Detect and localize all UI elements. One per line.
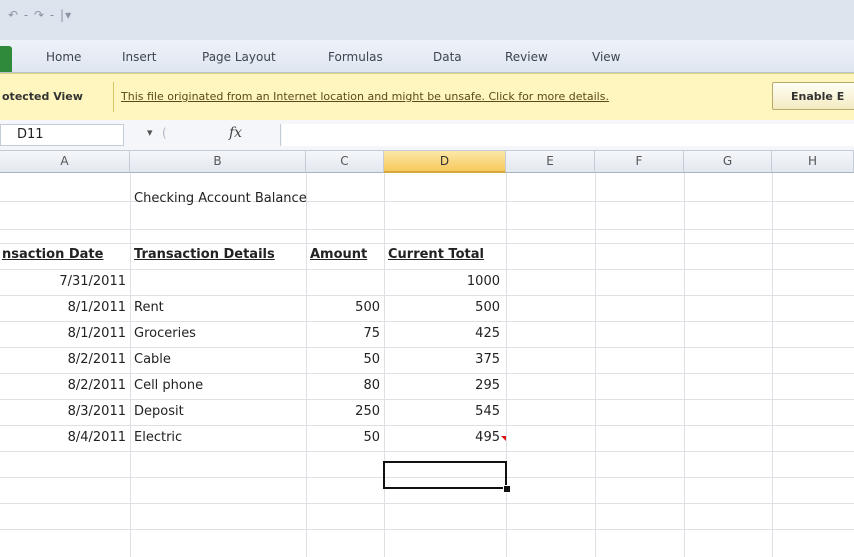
sheet-title[interactable]: Checking Account Balance bbox=[134, 191, 307, 206]
grid-line bbox=[0, 373, 854, 374]
grid-line bbox=[0, 399, 854, 400]
grid-line bbox=[0, 243, 854, 244]
header-transaction-date[interactable]: nsaction Date bbox=[2, 247, 103, 262]
cell-amount[interactable]: 50 bbox=[306, 430, 380, 445]
protected-view-details-link[interactable]: This file originated from an Internet lo… bbox=[121, 90, 609, 103]
grid-line bbox=[0, 229, 854, 230]
protected-view-title: otected View bbox=[2, 90, 83, 103]
column-header-d[interactable]: D bbox=[384, 151, 506, 173]
grid-line bbox=[0, 347, 854, 348]
cell-total[interactable]: 495 bbox=[384, 430, 500, 445]
grid-line bbox=[0, 321, 854, 322]
grid-line bbox=[0, 425, 854, 426]
divider bbox=[113, 82, 114, 112]
column-header-g[interactable]: G bbox=[684, 151, 772, 173]
cell-details[interactable]: Cable bbox=[134, 352, 171, 367]
grid-line bbox=[0, 295, 854, 296]
file-tab[interactable] bbox=[0, 46, 12, 72]
grid-line bbox=[506, 173, 507, 557]
cell-amount[interactable]: 500 bbox=[306, 300, 380, 315]
active-cell-d11[interactable] bbox=[383, 461, 507, 489]
cell-details[interactable]: Deposit bbox=[134, 404, 184, 419]
cell-total[interactable]: 1000 bbox=[384, 274, 500, 289]
cell-amount[interactable]: 250 bbox=[306, 404, 380, 419]
cell-amount[interactable]: 50 bbox=[306, 352, 380, 367]
tab-insert[interactable]: Insert bbox=[122, 50, 156, 64]
tab-page-layout[interactable]: Page Layout bbox=[202, 50, 276, 64]
divider bbox=[280, 124, 281, 146]
cell-total[interactable]: 500 bbox=[384, 300, 500, 315]
cell-date[interactable]: 8/1/2011 bbox=[0, 300, 126, 315]
column-header-f[interactable]: F bbox=[595, 151, 684, 173]
cell-total[interactable]: 425 bbox=[384, 326, 500, 341]
undo-redo-icon[interactable]: ↶ - ↷ - |▾ bbox=[8, 8, 72, 22]
column-header-c[interactable]: C bbox=[306, 151, 384, 173]
grid-line bbox=[130, 173, 131, 557]
cancel-icon: ( bbox=[162, 126, 167, 140]
grid-line bbox=[0, 503, 854, 504]
column-header-e[interactable]: E bbox=[506, 151, 595, 173]
tab-data[interactable]: Data bbox=[433, 50, 462, 64]
tab-home[interactable]: Home bbox=[46, 50, 81, 64]
name-box[interactable]: D11 bbox=[0, 124, 124, 146]
enable-editing-button[interactable]: Enable E bbox=[772, 82, 854, 110]
protected-view-bar: otected View This file originated from a… bbox=[0, 73, 854, 121]
cell-amount[interactable]: 75 bbox=[306, 326, 380, 341]
grid-line bbox=[772, 173, 773, 557]
cell-details[interactable]: Electric bbox=[134, 430, 182, 445]
header-current-total[interactable]: Current Total bbox=[388, 247, 484, 262]
tab-formulas[interactable]: Formulas bbox=[328, 50, 383, 64]
cell-date[interactable]: 8/3/2011 bbox=[0, 404, 126, 419]
cell-details[interactable]: Rent bbox=[134, 300, 164, 315]
grid-line bbox=[595, 173, 596, 557]
comment-indicator-icon[interactable] bbox=[501, 436, 506, 441]
cell-amount[interactable]: 80 bbox=[306, 378, 380, 393]
fill-handle[interactable] bbox=[503, 485, 511, 493]
cell-date[interactable]: 8/2/2011 bbox=[0, 352, 126, 367]
header-transaction-details[interactable]: Transaction Details bbox=[134, 247, 275, 262]
formula-bar: D11 ▾ ( fx bbox=[0, 120, 854, 151]
cell-details[interactable]: Groceries bbox=[134, 326, 196, 341]
cell-total[interactable]: 545 bbox=[384, 404, 500, 419]
grid-line bbox=[684, 173, 685, 557]
tab-view[interactable]: View bbox=[592, 50, 620, 64]
cell-date[interactable]: 8/2/2011 bbox=[0, 378, 126, 393]
cell-total[interactable]: 375 bbox=[384, 352, 500, 367]
cell-total[interactable]: 295 bbox=[384, 378, 500, 393]
column-header-a[interactable]: A bbox=[0, 151, 130, 173]
grid-line bbox=[0, 269, 854, 270]
cell-details[interactable]: Cell phone bbox=[134, 378, 203, 393]
chevron-down-icon[interactable]: ▾ bbox=[147, 126, 153, 139]
quick-access-toolbar: ↶ - ↷ - |▾ bbox=[0, 0, 854, 40]
grid-line bbox=[0, 201, 854, 202]
grid-line bbox=[0, 451, 854, 452]
ribbon-tab-bar: Home Insert Page Layout Formulas Data Re… bbox=[0, 40, 854, 73]
insert-function-icon[interactable]: fx bbox=[229, 125, 242, 141]
cell-date[interactable]: 8/4/2011 bbox=[0, 430, 126, 445]
formula-input[interactable] bbox=[282, 124, 854, 146]
grid-line bbox=[0, 529, 854, 530]
tab-review[interactable]: Review bbox=[505, 50, 548, 64]
column-header-h[interactable]: H bbox=[772, 151, 854, 173]
header-amount[interactable]: Amount bbox=[310, 247, 367, 262]
column-header-b[interactable]: B bbox=[130, 151, 306, 173]
cell-date[interactable]: 7/31/2011 bbox=[0, 274, 126, 289]
cell-date[interactable]: 8/1/2011 bbox=[0, 326, 126, 341]
